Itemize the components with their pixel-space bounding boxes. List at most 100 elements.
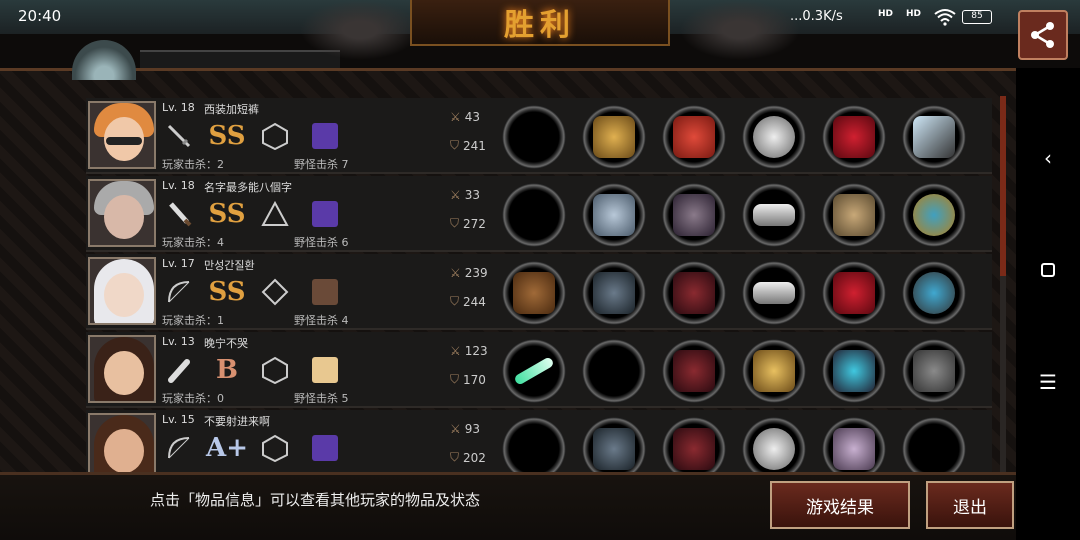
item-slot-shoes[interactable] [822, 183, 886, 247]
beast-icon [308, 276, 342, 308]
avatar[interactable] [88, 257, 156, 325]
armor-type-icon [258, 198, 292, 230]
item-slot-armor[interactable] [662, 183, 726, 247]
item-slot-helmet[interactable] [582, 183, 646, 247]
avatar[interactable] [88, 101, 156, 169]
attack-icon: ⚔ [450, 188, 461, 202]
player-kills: 玩家击杀：0 [162, 392, 224, 405]
defense-stat: ⛉ 241 [450, 138, 486, 153]
android-nav-bar: ‹ ☰ [1016, 68, 1080, 540]
item-slot-accessory[interactable] [902, 183, 966, 247]
item-slot-bracelet[interactable] [742, 105, 806, 169]
item-slot-weapon[interactable] [502, 261, 566, 325]
shield-icon: ⛉ [450, 372, 460, 386]
item-slot-accessory[interactable] [902, 105, 966, 169]
item-slot-bracelet[interactable] [742, 183, 806, 247]
attack-stat: ⚔ 239 [450, 266, 488, 280]
rank-badge: SS [208, 121, 246, 151]
item-slot-bracelet[interactable] [742, 261, 806, 325]
battery-icon: 85 [962, 10, 992, 24]
player-level: Lv. 15 [162, 413, 195, 426]
player-row[interactable]: Lv. 17 만성간질환 SS 玩家击杀：1 野怪击杀 4 ⚔ 239 ⛉ 244 [86, 254, 992, 330]
share-button[interactable] [1018, 10, 1068, 60]
defense-stat: ⛉ 170 [450, 372, 486, 387]
rank-badge: B [216, 355, 238, 385]
armor-type-icon [258, 120, 292, 152]
avatar[interactable] [88, 335, 156, 403]
player-row[interactable]: Lv. 18 名字最多能八個字 SS 玩家击杀：4 野怪击杀 6 ⚔ 33 ⛉ 27… [86, 176, 992, 252]
player-level: Lv. 17 [162, 257, 195, 270]
knife-icon [162, 198, 196, 230]
player-row[interactable]: Lv. 13 晚宁不哭 B 玩家击杀：0 野怪击杀 5 ⚔ 123 ⛉ 170 [86, 332, 992, 408]
player-name: 不要射进来啊 [204, 415, 270, 428]
home-icon[interactable] [1036, 258, 1060, 282]
wifi-icon [934, 9, 956, 26]
shield-icon: ⛉ [450, 450, 460, 464]
beast-icon [308, 198, 342, 230]
exit-button[interactable]: 退出 [926, 481, 1014, 529]
item-slot-armor[interactable] [662, 339, 726, 403]
item-slot-helmet[interactable] [582, 417, 646, 473]
beast-icon [308, 432, 342, 464]
monster-kills: 野怪击杀 4 [294, 314, 349, 327]
item-slot-helmet[interactable] [582, 261, 646, 325]
armor-type-icon [258, 276, 292, 308]
item-slot-empty[interactable] [582, 339, 646, 403]
hint-text: 点击「物品信息」可以查看其他玩家的物品及状态 [150, 491, 481, 509]
rank-badge: SS [208, 199, 246, 229]
victory-banner: 胜利 [410, 0, 670, 46]
player-name: 만성간질환 [204, 259, 255, 272]
attack-icon: ⚔ [450, 110, 461, 124]
player-name: 西装加短裤 [204, 103, 259, 116]
monster-kills: 野怪击杀 6 [294, 236, 349, 249]
attack-icon: ⚔ [450, 422, 461, 436]
item-slot-helmet[interactable] [582, 105, 646, 169]
item-slot-bracelet[interactable] [742, 339, 806, 403]
item-slot-accessory[interactable] [902, 339, 966, 403]
item-slot-empty[interactable] [502, 417, 566, 473]
item-slot-armor[interactable] [662, 105, 726, 169]
item-slot-armor[interactable] [662, 261, 726, 325]
signal-icon-2: HD [906, 9, 922, 19]
footer-bar: 点击「物品信息」可以查看其他玩家的物品及状态 游戏结果 退出 [0, 472, 1016, 540]
share-icon [1031, 22, 1054, 48]
item-slot-empty[interactable] [502, 105, 566, 169]
signal-icon: HD [878, 9, 894, 19]
item-slot-empty[interactable] [502, 183, 566, 247]
game-results-button[interactable]: 游戏结果 [770, 481, 910, 529]
back-icon[interactable]: ‹ [1036, 146, 1060, 170]
beast-icon [308, 120, 342, 152]
player-row[interactable]: Lv. 15 不要射进来啊 A+ ⚔ 93 ⛉ 202 [86, 410, 992, 475]
results-board: Lv. 18 西装加短裤 SS 玩家击杀：2 野怪击杀 7 ⚔ 43 ⛉ 241 L… [0, 68, 1016, 540]
item-slot-shoes[interactable] [822, 261, 886, 325]
rank-badge: SS [208, 277, 246, 307]
menu-icon[interactable]: ☰ [1036, 370, 1060, 394]
item-slot-shoes[interactable] [822, 105, 886, 169]
item-slot-shoes[interactable] [822, 417, 886, 473]
item-slot-bracelet[interactable] [742, 417, 806, 473]
item-slot-shoes[interactable] [822, 339, 886, 403]
item-slot-weapon[interactable] [502, 339, 566, 403]
attack-stat: ⚔ 43 [450, 110, 481, 124]
wing-ornament-left [300, 0, 420, 60]
avatar[interactable] [88, 179, 156, 247]
player-level: Lv. 18 [162, 101, 195, 114]
bow-icon [162, 276, 196, 308]
item-slot-armor[interactable] [662, 417, 726, 473]
monster-kills: 野怪击杀 7 [294, 158, 349, 171]
item-slot-accessory[interactable] [902, 261, 966, 325]
armor-type-icon [258, 432, 292, 464]
item-slot-empty[interactable] [902, 417, 966, 473]
bow-icon [162, 432, 196, 464]
scrollbar-thumb[interactable] [1000, 96, 1006, 276]
attack-stat: ⚔ 33 [450, 188, 481, 202]
beast-icon [308, 354, 342, 386]
armor-type-icon [258, 354, 292, 386]
attack-stat: ⚔ 123 [450, 344, 488, 358]
avatar[interactable] [88, 413, 156, 473]
player-row[interactable]: Lv. 18 西装加短裤 SS 玩家击杀：2 野怪击杀 7 ⚔ 43 ⛉ 241 [86, 98, 992, 174]
status-time: 20:40 [18, 7, 62, 25]
attack-stat: ⚔ 93 [450, 422, 481, 436]
shield-icon: ⛉ [450, 138, 460, 152]
player-kills: 玩家击杀：4 [162, 236, 224, 249]
